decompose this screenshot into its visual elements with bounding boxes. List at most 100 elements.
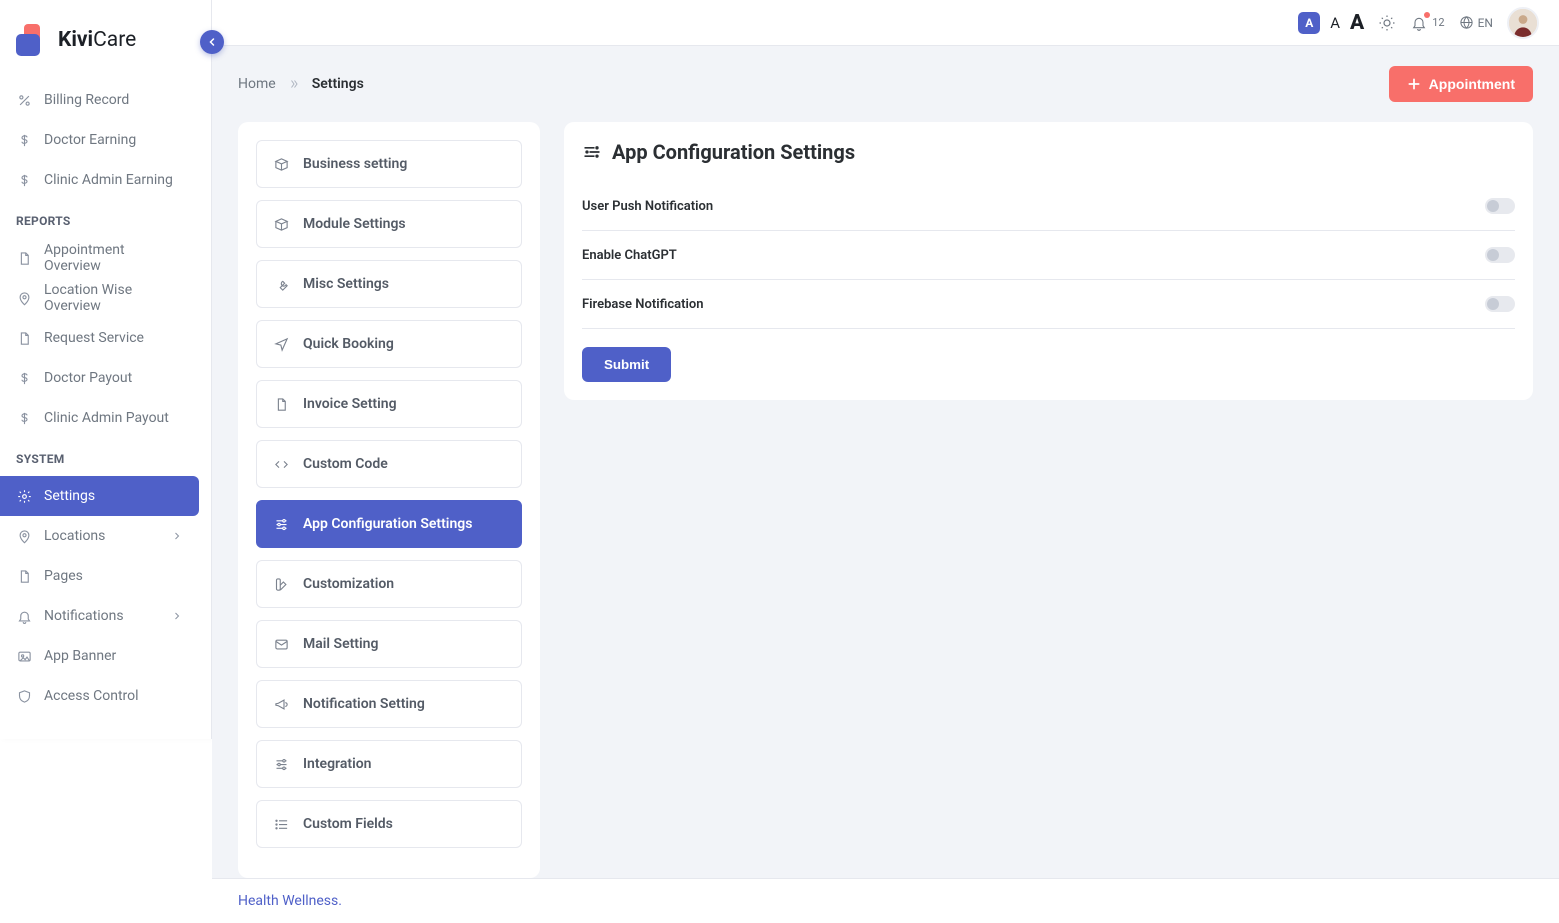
list-icon: [273, 816, 289, 832]
sidebar-item-label: Clinic Admin Earning: [44, 172, 173, 188]
settings-tab-app-configuration-settings[interactable]: App Configuration Settings: [256, 500, 522, 548]
sliders-icon: [273, 756, 289, 772]
dollar-icon: [16, 132, 32, 148]
settings-tab-label: Notification Setting: [303, 696, 425, 712]
sidebar-item-access-control[interactable]: Access Control: [0, 676, 199, 716]
sliders-icon: [582, 142, 602, 162]
breadcrumb-sep-icon: [288, 78, 300, 90]
sidebar-item-clinic-admin-payout[interactable]: Clinic Admin Payout: [0, 398, 199, 438]
setting-row-enable-chatgpt: Enable ChatGPT: [582, 231, 1515, 280]
sidebar-item-doctor-payout[interactable]: Doctor Payout: [0, 358, 199, 398]
sidebar-item-settings[interactable]: Settings: [0, 476, 199, 516]
language-picker[interactable]: EN: [1459, 15, 1493, 30]
settings-tab-label: Quick Booking: [303, 336, 394, 352]
percent-icon: [16, 92, 32, 108]
settings-tab-mail-setting[interactable]: Mail Setting: [256, 620, 522, 668]
sidebar-item-label: Location Wise Overview: [44, 282, 183, 314]
settings-tab-invoice-setting[interactable]: Invoice Setting: [256, 380, 522, 428]
settings-tab-label: App Configuration Settings: [303, 516, 472, 532]
dollar-icon: [16, 370, 32, 386]
notification-count: 12: [1432, 16, 1444, 29]
sidebar-item-label: Billing Record: [44, 92, 129, 108]
brand-logo-icon: [16, 24, 48, 56]
settings-tab-customization[interactable]: Customization: [256, 560, 522, 608]
code-icon: [273, 456, 289, 472]
user-avatar[interactable]: [1507, 7, 1539, 39]
setting-label: User Push Notification: [582, 199, 713, 214]
setting-label: Enable ChatGPT: [582, 248, 677, 263]
footer-link[interactable]: Health Wellness.: [212, 878, 1559, 923]
sidebar-item-location-wise-overview[interactable]: Location Wise Overview: [0, 278, 199, 318]
swatch-icon: [273, 576, 289, 592]
settings-tab-label: Integration: [303, 756, 371, 772]
sidebar-item-label: App Banner: [44, 648, 116, 664]
chevron-right-icon: [171, 610, 183, 622]
doc-icon: [16, 250, 32, 266]
box-icon: [273, 216, 289, 232]
sidebar-item-label: Notifications: [44, 608, 124, 624]
settings-tab-module-settings[interactable]: Module Settings: [256, 200, 522, 248]
settings-tab-label: Custom Code: [303, 456, 388, 472]
setting-label: Firebase Notification: [582, 297, 703, 312]
toggle-enable-chatgpt[interactable]: [1485, 247, 1515, 263]
settings-tab-custom-fields[interactable]: Custom Fields: [256, 800, 522, 848]
pin-icon: [16, 528, 32, 544]
notification-bell-icon[interactable]: [1410, 14, 1428, 32]
settings-tab-integration[interactable]: Integration: [256, 740, 522, 788]
brand-name: KiviCare: [58, 28, 136, 52]
sidebar-item-clinic-admin-earning[interactable]: Clinic Admin Earning: [0, 160, 199, 200]
settings-panel-card: App Configuration Settings User Push Not…: [564, 122, 1533, 400]
page: A A A 12 EN Home Settings: [212, 0, 1559, 923]
settings-tab-quick-booking[interactable]: Quick Booking: [256, 320, 522, 368]
font-size-switch: A A A: [1298, 11, 1364, 35]
font-size-medium[interactable]: A: [1330, 14, 1340, 32]
sidebar-item-label: Locations: [44, 528, 105, 544]
font-size-small[interactable]: A: [1298, 12, 1320, 34]
submit-button[interactable]: Submit: [582, 347, 671, 382]
doc-icon: [273, 396, 289, 412]
settings-tab-misc-settings[interactable]: Misc Settings: [256, 260, 522, 308]
breadcrumb-home[interactable]: Home: [238, 76, 276, 92]
settings-tab-label: Mail Setting: [303, 636, 378, 652]
font-size-large[interactable]: A: [1350, 11, 1364, 35]
shield-icon: [16, 688, 32, 704]
brand[interactable]: KiviCare: [0, 0, 211, 80]
topbar: A A A 12 EN: [212, 0, 1559, 46]
gear-icon: [16, 488, 32, 504]
sidebar-item-notifications[interactable]: Notifications: [0, 596, 199, 636]
image-icon: [16, 648, 32, 664]
box-icon: [273, 156, 289, 172]
sidebar-item-request-service[interactable]: Request Service: [0, 318, 199, 358]
sidebar-item-billing-record[interactable]: Billing Record: [0, 80, 199, 120]
toggle-firebase-notification[interactable]: [1485, 296, 1515, 312]
sidebar-item-appointment-overview[interactable]: Appointment Overview: [0, 238, 199, 278]
theme-toggle-icon[interactable]: [1378, 14, 1396, 32]
doc-icon: [16, 330, 32, 346]
wrench-icon: [273, 276, 289, 292]
breadcrumb-current: Settings: [312, 76, 364, 92]
page-header: Home Settings Appointment: [238, 66, 1533, 102]
sidebar-item-doctor-earning[interactable]: Doctor Earning: [0, 120, 199, 160]
settings-tab-label: Module Settings: [303, 216, 406, 232]
sidebar-item-pages[interactable]: Pages: [0, 556, 199, 596]
toggle-user-push-notification[interactable]: [1485, 198, 1515, 214]
bell-icon: [16, 608, 32, 624]
sidebar-item-label: Doctor Earning: [44, 132, 136, 148]
settings-tab-custom-code[interactable]: Custom Code: [256, 440, 522, 488]
mail-icon: [273, 636, 289, 652]
setting-row-user-push-notification: User Push Notification: [582, 182, 1515, 231]
settings-tab-label: Custom Fields: [303, 816, 393, 832]
panel-title: App Configuration Settings: [582, 140, 1515, 164]
sidebar-item-app-banner[interactable]: App Banner: [0, 636, 199, 676]
settings-tab-notification-setting[interactable]: Notification Setting: [256, 680, 522, 728]
chevron-right-icon: [171, 530, 183, 542]
sidebar-item-label: Appointment Overview: [44, 242, 183, 274]
sidebar-collapse-button[interactable]: [200, 30, 224, 54]
settings-tab-label: Misc Settings: [303, 276, 389, 292]
pin-icon: [16, 290, 32, 306]
sidebar-item-locations[interactable]: Locations: [0, 516, 199, 556]
new-appointment-button[interactable]: Appointment: [1389, 66, 1533, 102]
breadcrumb: Home Settings: [238, 76, 364, 92]
sidebar: KiviCare Billing Record Doctor Earning Cli…: [0, 0, 212, 739]
settings-tab-business-setting[interactable]: Business setting: [256, 140, 522, 188]
